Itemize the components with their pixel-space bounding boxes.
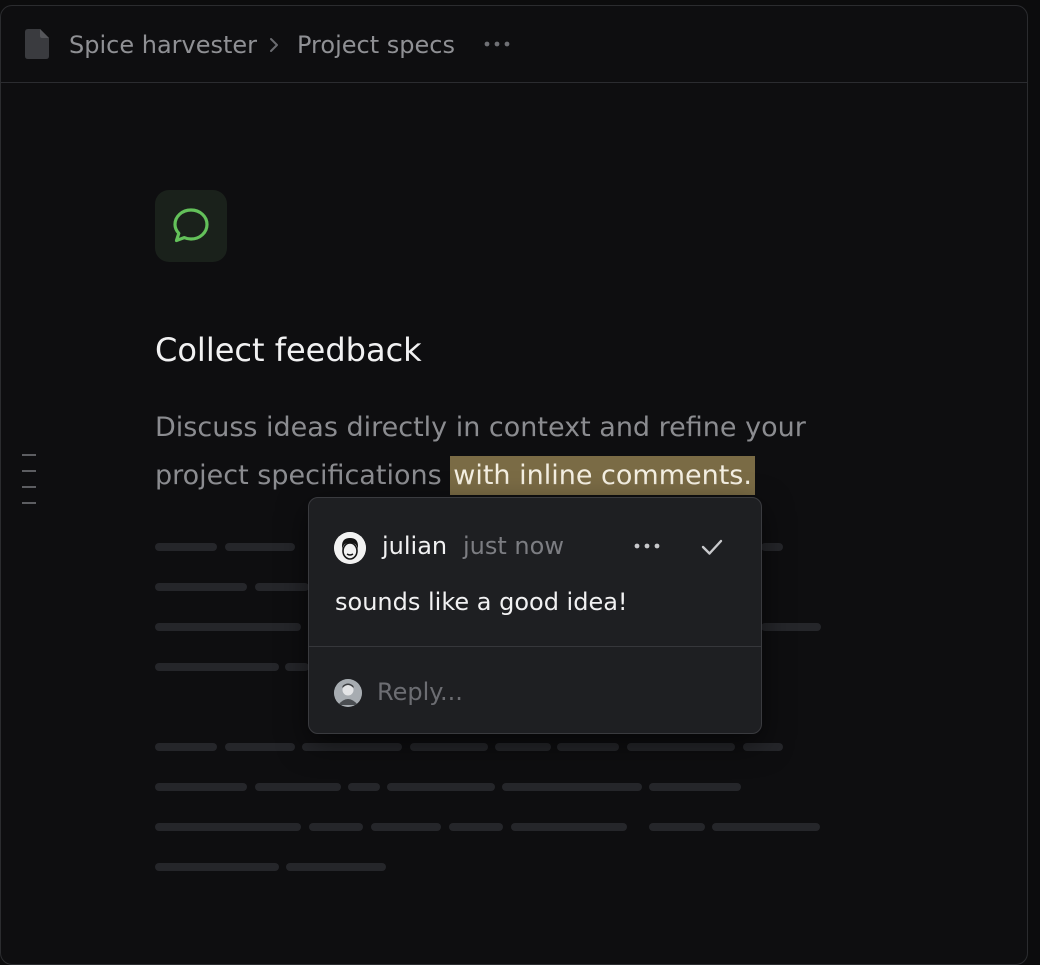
outline-gutter[interactable]: [22, 454, 36, 518]
placeholder-line: [285, 663, 309, 671]
placeholder-line: [743, 743, 783, 751]
placeholder-line: [502, 783, 642, 791]
placeholder-line: [761, 543, 783, 551]
app-window: Spice harvester Project specs Collect fe…: [0, 5, 1028, 965]
breadcrumb-item-project-specs[interactable]: Project specs: [297, 30, 455, 60]
placeholder-line: [387, 783, 495, 791]
section-title: Collect feedback: [155, 331, 422, 369]
placeholder-line: [309, 823, 363, 831]
placeholder-line: [155, 583, 247, 591]
placeholder-line: [761, 623, 821, 631]
avatar-current-user-icon: [334, 679, 362, 707]
placeholder-line: [225, 743, 295, 751]
placeholder-line: [155, 743, 217, 751]
placeholder-line: [410, 743, 488, 751]
document-icon: [25, 29, 49, 59]
avatar-julian-icon: [334, 532, 366, 564]
check-icon[interactable]: [699, 534, 725, 560]
placeholder-line: [155, 663, 279, 671]
placeholder-line: [627, 743, 735, 751]
placeholder-line: [449, 823, 503, 831]
comment-popover: julian just now sounds like a good idea!: [308, 497, 762, 734]
more-horizontal-icon[interactable]: [483, 36, 513, 52]
placeholder-line: [557, 743, 619, 751]
placeholder-line: [255, 583, 309, 591]
placeholder-line: [649, 783, 741, 791]
top-bar: Spice harvester Project specs: [1, 6, 1027, 83]
comment-author: julian: [382, 532, 448, 560]
breadcrumb-item-spice-harvester[interactable]: Spice harvester: [69, 30, 257, 60]
avatar-current-user: [334, 679, 362, 707]
placeholder-line: [155, 783, 247, 791]
placeholder-line: [255, 783, 341, 791]
chevron-right-icon: [270, 38, 278, 52]
chat-bubble-icon: [173, 208, 209, 243]
placeholder-line: [155, 823, 301, 831]
section-description: Discuss ideas directly in context and re…: [155, 404, 855, 500]
comment-timestamp: just now: [463, 532, 564, 560]
placeholder-line: [371, 823, 441, 831]
placeholder-line: [155, 623, 301, 631]
feature-icon-tile: [155, 190, 227, 262]
reply-input[interactable]: [377, 676, 737, 708]
placeholder-line: [155, 863, 279, 871]
divider: [309, 646, 761, 647]
placeholder-line: [155, 543, 217, 551]
more-horizontal-icon[interactable]: [633, 538, 663, 554]
placeholder-line: [348, 783, 380, 791]
comment-text: sounds like a good idea!: [335, 588, 628, 616]
placeholder-line: [225, 543, 295, 551]
placeholder-line: [302, 743, 402, 751]
placeholder-line: [511, 823, 627, 831]
placeholder-line: [286, 863, 386, 871]
placeholder-line: [495, 743, 551, 751]
placeholder-line: [649, 823, 705, 831]
placeholder-line: [712, 823, 820, 831]
avatar-julian: [334, 532, 366, 564]
highlighted-comment-anchor[interactable]: with inline comments.: [450, 456, 755, 495]
